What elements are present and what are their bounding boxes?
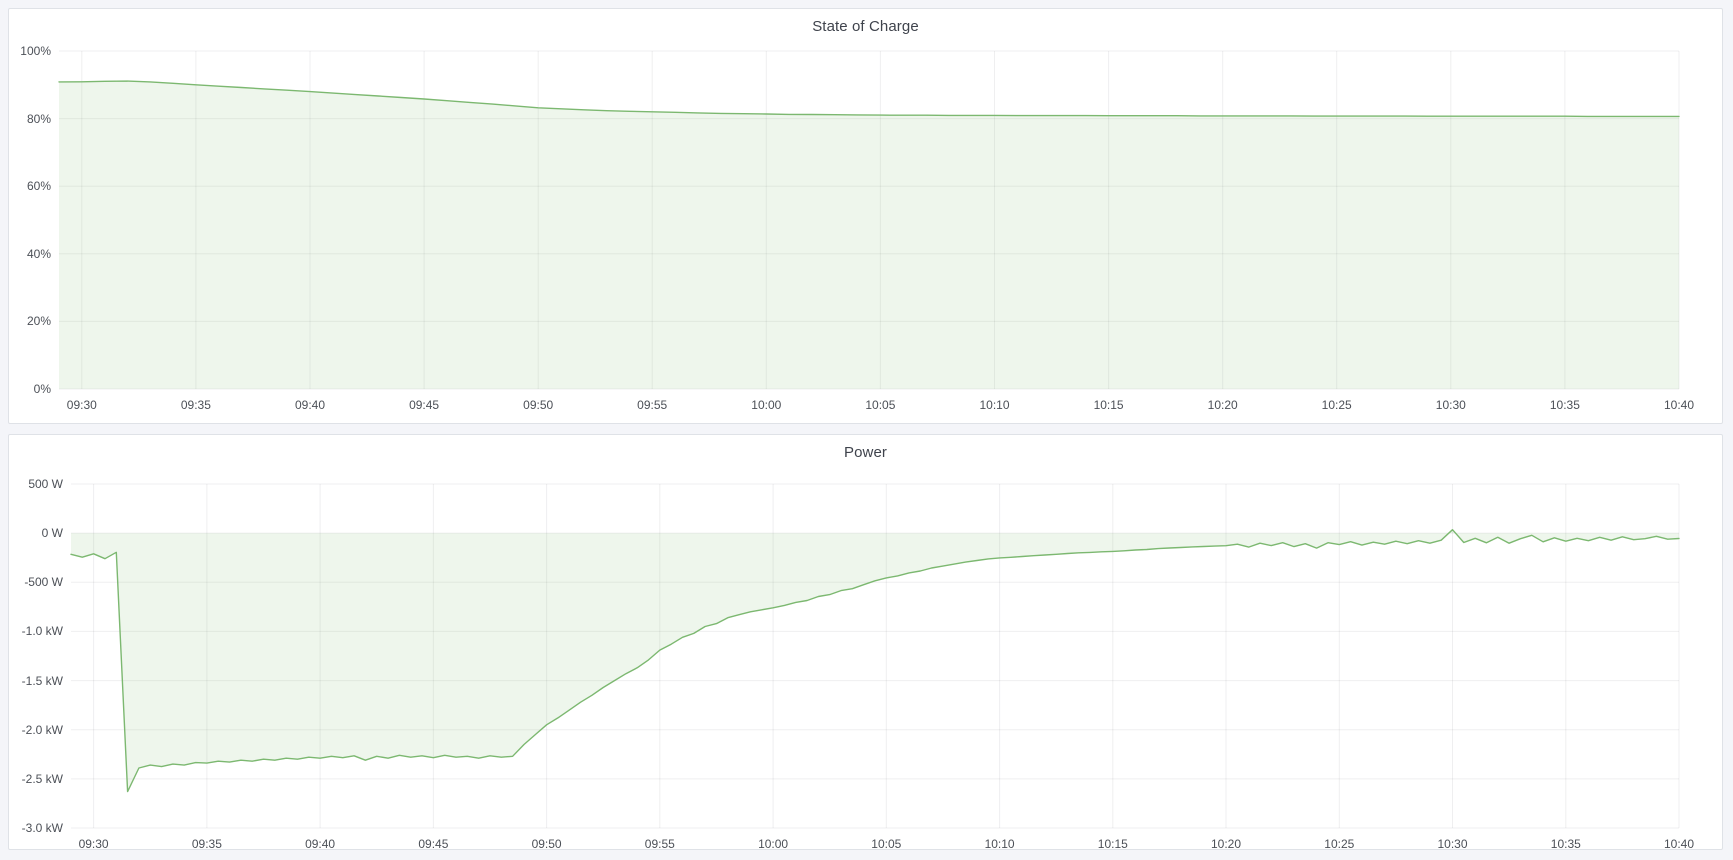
panel-state-of-charge: State of Charge 09:3009:3509:4009:4509:5… <box>8 8 1723 424</box>
x-tick-label: 09:35 <box>181 398 211 412</box>
y-tick-label: -1.0 kW <box>9 624 63 638</box>
state-of-charge-area-fill <box>59 81 1679 389</box>
y-tick-label: -2.0 kW <box>9 723 63 737</box>
x-tick-label: 10:35 <box>1550 398 1580 412</box>
x-tick-label: 10:20 <box>1211 837 1241 851</box>
x-tick-label: 09:50 <box>523 398 553 412</box>
x-tick-label: 10:20 <box>1208 398 1238 412</box>
x-tick-label: 10:25 <box>1324 837 1354 851</box>
x-tick-label: 10:15 <box>1098 837 1128 851</box>
x-tick-label: 09:40 <box>305 837 335 851</box>
x-tick-label: 09:30 <box>67 398 97 412</box>
power-chart[interactable]: 09:30 09:35 09:40 09:45 09:50 09:55 10:00 10:05… <box>9 435 1722 849</box>
y-tick-label: 60% <box>9 179 51 193</box>
x-tick-label: 10:40 <box>1664 837 1694 851</box>
x-tick-label: 10:30 <box>1437 837 1467 851</box>
x-tick-label: 10:25 <box>1322 398 1352 412</box>
y-tick-label: -1.5 kW <box>9 674 63 688</box>
x-tick-label: 10:15 <box>1094 398 1124 412</box>
panel-power: Power 09:3009:3509:4009:4509:5009:5510:0… <box>8 434 1723 850</box>
x-tick-label: 10:35 <box>1551 837 1581 851</box>
x-tick-label: 09:55 <box>645 837 675 851</box>
y-tick-label: -2.5 kW <box>9 772 63 786</box>
state-of-charge-plot[interactable] <box>9 9 1722 423</box>
power-plot[interactable] <box>9 435 1722 849</box>
y-tick-label: 100% <box>9 44 51 58</box>
x-tick-label: 10:10 <box>985 837 1015 851</box>
y-tick-label: -3.0 kW <box>9 821 63 835</box>
y-tick-label: 500 W <box>9 477 63 491</box>
x-tick-label: 10:30 <box>1436 398 1466 412</box>
y-tick-label: 40% <box>9 247 51 261</box>
y-tick-label: -500 W <box>9 575 63 589</box>
y-tick-label: 20% <box>9 314 51 328</box>
x-tick-label: 10:00 <box>758 837 788 851</box>
y-tick-label: 0% <box>9 382 51 396</box>
x-tick-label: 09:55 <box>637 398 667 412</box>
x-tick-label: 10:05 <box>865 398 895 412</box>
x-tick-label: 09:50 <box>532 837 562 851</box>
x-tick-label: 10:05 <box>871 837 901 851</box>
x-tick-label: 09:40 <box>295 398 325 412</box>
x-tick-label: 10:40 <box>1664 398 1694 412</box>
state-of-charge-chart[interactable]: 09:30 09:35 09:40 09:45 09:50 09:55 10:00 10:05… <box>9 9 1722 423</box>
x-tick-label: 10:10 <box>979 398 1009 412</box>
x-tick-label: 10:00 <box>751 398 781 412</box>
y-tick-label: 0 W <box>9 526 63 540</box>
x-tick-label: 09:35 <box>192 837 222 851</box>
y-tick-label: 80% <box>9 112 51 126</box>
x-tick-label: 09:45 <box>418 837 448 851</box>
x-tick-label: 09:30 <box>79 837 109 851</box>
x-tick-label: 09:45 <box>409 398 439 412</box>
power-area-fill <box>71 530 1679 792</box>
